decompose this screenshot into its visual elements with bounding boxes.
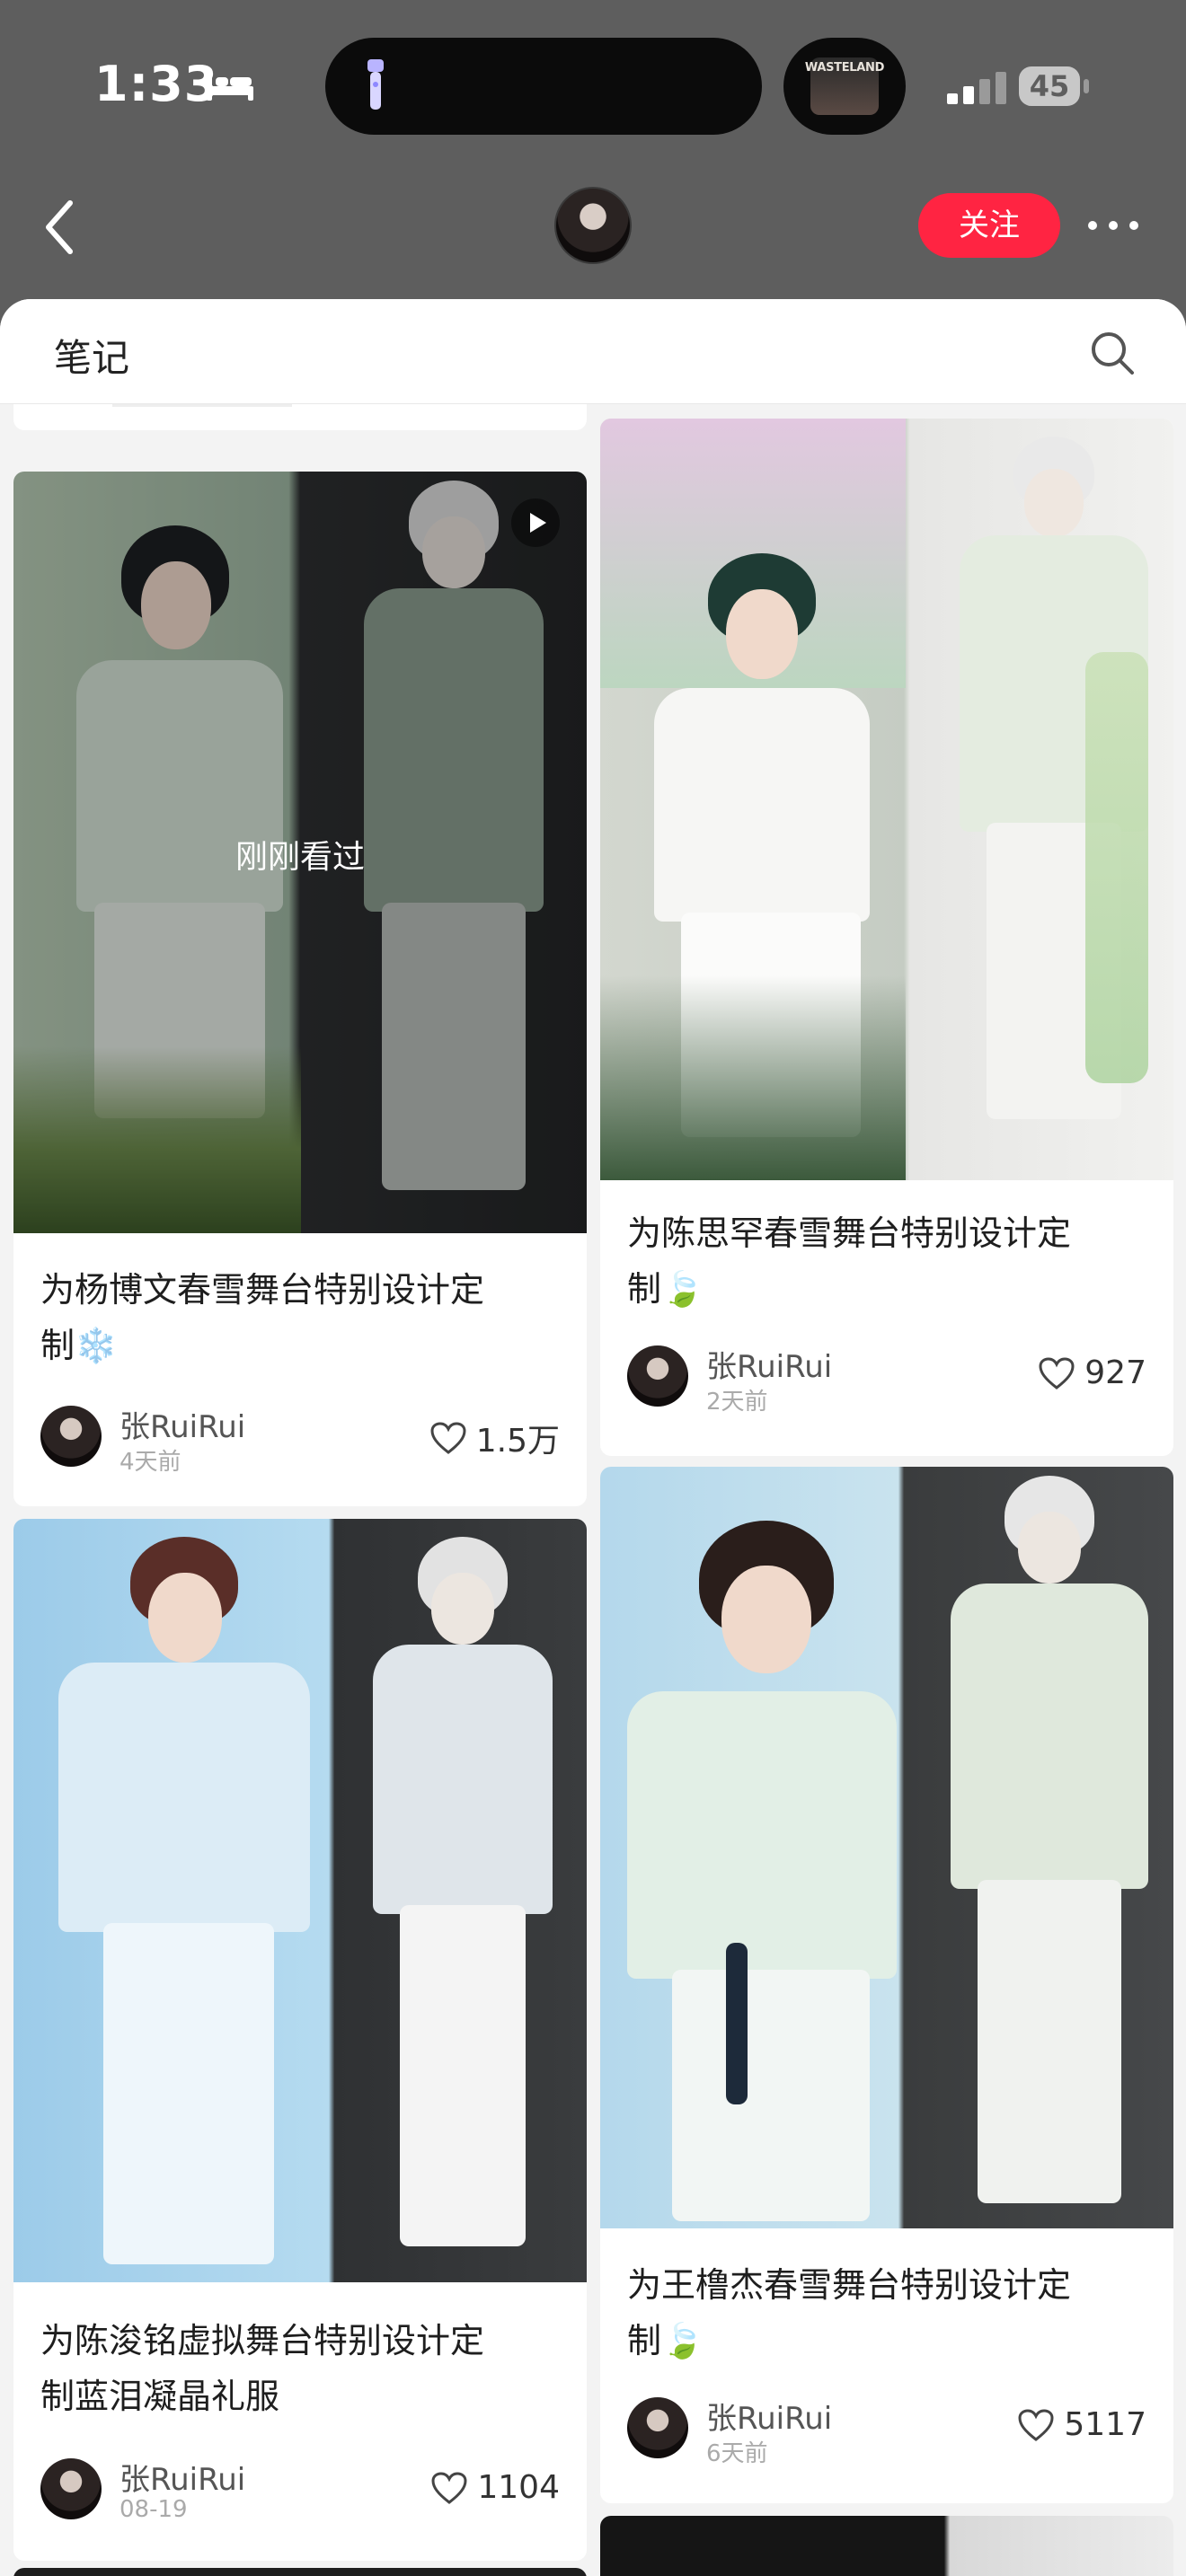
cellular-signal-icon (947, 72, 1006, 104)
like-count-value: 5117 (1064, 2406, 1146, 2443)
dynamic-island (325, 38, 762, 135)
recently-viewed-overlay: 刚刚看过 (13, 472, 587, 1233)
author-avatar[interactable] (40, 1406, 102, 1467)
status-time: 1:33 (94, 56, 219, 112)
like-count[interactable]: 5117 (1017, 2406, 1146, 2443)
post-time: 4天前 (119, 1449, 181, 1476)
post-time: 6天前 (706, 2440, 768, 2467)
note-cover-image (600, 419, 1173, 1180)
note-cover-image (600, 1467, 1173, 2228)
author-name[interactable]: 张RuiRui (706, 2394, 832, 2438)
like-count[interactable]: 1.5万 (429, 1415, 560, 1461)
author-name[interactable]: 张RuiRui (706, 1342, 832, 1386)
author-name[interactable]: 张RuiRui (119, 1402, 245, 1446)
author-avatar[interactable] (627, 2397, 688, 2458)
notes-sheet: 笔记 刚刚看过 为杨博文春雪舞台特别设计定 制❄️ 张RuiRui 4天前 1.… (0, 299, 1186, 2576)
note-card[interactable]: 刚刚看过 为杨博文春雪舞台特别设计定 制❄️ 张RuiRui 4天前 1.5万 (13, 472, 587, 1506)
flashlight-icon (367, 59, 384, 110)
note-card[interactable]: 为陈浚铭虚拟舞台特别设计定 制蓝泪凝晶礼服 张RuiRui 08-19 1104 (13, 1519, 587, 2561)
note-card[interactable]: 为王橹杰春雪舞台特别设计定 制🍃 张RuiRui 6天前 5117 (600, 1467, 1173, 2503)
author-name[interactable]: 张RuiRui (119, 2455, 245, 2499)
heart-icon[interactable] (1038, 1356, 1075, 1390)
heart-icon[interactable] (429, 1421, 467, 1455)
note-title: 为杨博文春雪舞台特别设计定 制❄️ (40, 1270, 485, 1365)
like-count-value: 1104 (477, 2469, 560, 2506)
now-playing-artwork[interactable]: WASTELAND (783, 38, 906, 135)
note-card-partial[interactable] (600, 2516, 1173, 2576)
like-count-value: 1.5万 (475, 1423, 560, 1460)
battery-indicator: 45 (1019, 66, 1080, 106)
sleep-focus-icon (207, 70, 253, 101)
follow-button[interactable]: 关注 (918, 193, 1060, 258)
note-card[interactable]: 为陈思罕春雪舞台特别设计定 制🍃 张RuiRui 2天前 927 (600, 419, 1173, 1456)
note-cover-image (13, 1519, 587, 2282)
search-icon[interactable] (1089, 330, 1136, 376)
author-avatar[interactable] (554, 187, 632, 264)
artwork-label: WASTELAND (804, 61, 885, 75)
note-card-partial[interactable] (13, 2568, 587, 2576)
author-avatar[interactable] (40, 2458, 102, 2519)
note-title: 为陈思罕春雪舞台特别设计定 制🍃 (627, 1213, 1072, 1309)
post-time: 08-19 (119, 2496, 188, 2523)
heart-icon[interactable] (1017, 2408, 1055, 2442)
tab-notes[interactable]: 笔记 (54, 328, 129, 383)
like-count-value: 927 (1084, 1354, 1146, 1391)
back-chevron-icon[interactable] (38, 196, 83, 259)
notes-tab-bar: 笔记 (0, 299, 1186, 404)
battery-tip (1084, 79, 1089, 93)
heart-icon[interactable] (430, 2471, 468, 2505)
more-options-icon[interactable] (1085, 214, 1141, 237)
author-avatar[interactable] (627, 1345, 688, 1407)
note-title: 为陈浚铭虚拟舞台特别设计定 制蓝泪凝晶礼服 (40, 2321, 485, 2416)
recently-viewed-label: 刚刚看过 (235, 839, 365, 876)
note-title: 为王橹杰春雪舞台特别设计定 制🍃 (627, 2265, 1072, 2360)
post-time: 2天前 (706, 1389, 768, 1416)
video-play-icon (511, 498, 560, 547)
like-count[interactable]: 1104 (430, 2469, 560, 2506)
note-cover-image: 刚刚看过 (13, 472, 587, 1233)
like-count[interactable]: 927 (1038, 1354, 1146, 1391)
